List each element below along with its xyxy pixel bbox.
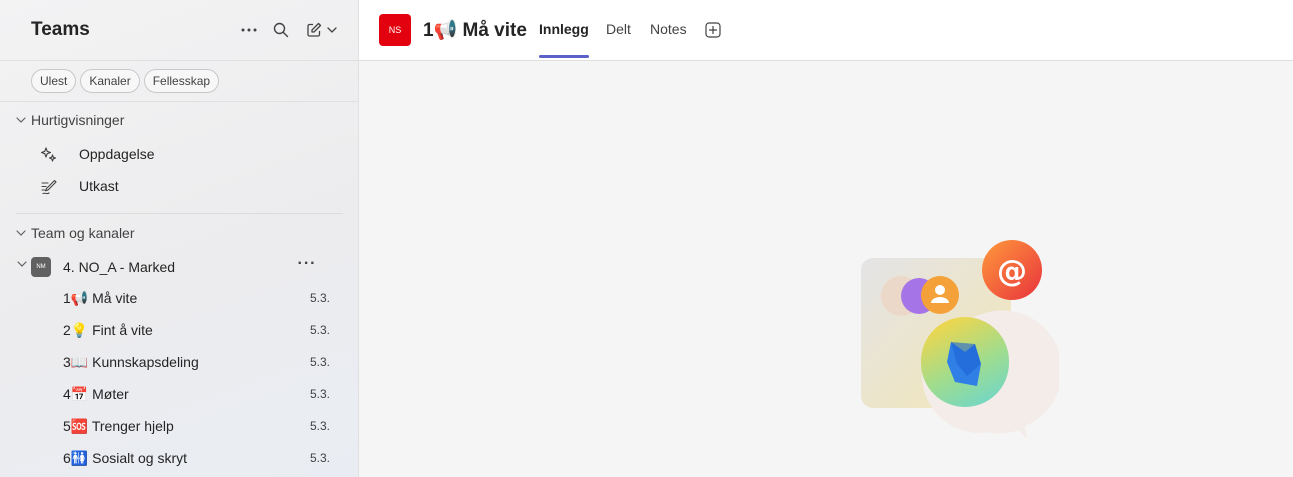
channel-name: 6🚻 Sosialt og skryt — [63, 450, 188, 466]
channel-name: 5🆘 Trenger hjelp — [63, 418, 174, 434]
section-quick-views[interactable]: Hurtigvisninger — [16, 112, 124, 128]
nav-item-discover[interactable]: Oppdagelse — [0, 139, 358, 169]
more-horizontal-icon — [241, 28, 257, 32]
divider — [16, 213, 343, 214]
nav-item-drafts[interactable]: Utkast — [0, 171, 358, 201]
channel-date: 5.3. — [309, 387, 330, 401]
sidebar-header: Teams — [0, 0, 358, 60]
channel-item[interactable]: 3📖 Kunnskapsdeling 5.3. — [0, 347, 358, 377]
new-message-dropdown[interactable] — [322, 18, 342, 42]
nav-item-label: Oppdagelse — [79, 146, 155, 162]
channel-name: 2💡 Fint å vite — [63, 322, 153, 338]
active-tab-indicator — [539, 55, 589, 58]
posts-area: @ — [359, 61, 1293, 477]
channel-date: 5.3. — [309, 419, 330, 433]
channel-item[interactable]: 5🆘 Trenger hjelp 5.3. — [0, 411, 358, 441]
channel-date: 5.3. — [309, 355, 330, 369]
channel-item[interactable]: 2💡 Fint å vite 5.3. — [0, 315, 358, 345]
channel-date: 5.3. — [309, 451, 330, 465]
tab-notes[interactable]: Notes — [650, 21, 687, 37]
team-avatar: NM — [31, 257, 51, 277]
channel-date: 5.3. — [309, 323, 330, 337]
sidebar-title: Teams — [31, 19, 90, 40]
channel-header: NS 1📢 Må vite Innlegg Delt Notes — [359, 0, 1293, 61]
chevron-down-icon — [16, 117, 31, 123]
compose-icon — [307, 22, 322, 37]
section-title: Hurtigvisninger — [31, 112, 125, 128]
channel-date: 5.3. — [309, 291, 330, 305]
divider — [0, 60, 358, 61]
tab-shared[interactable]: Delt — [606, 21, 631, 37]
teams-sidebar: Teams Ulest Kanaler Fellesskap Hurtigvis… — [0, 0, 359, 477]
channel-name: 3📖 Kunnskapsdeling — [63, 354, 199, 370]
chevron-down-icon — [16, 230, 31, 236]
add-tab-icon[interactable] — [705, 22, 721, 38]
search-icon — [273, 22, 289, 38]
filter-chips: Ulest Kanaler Fellesskap — [31, 69, 220, 93]
team-item[interactable]: NM 4. NO_A - Marked ··· — [0, 253, 358, 281]
filter-channels[interactable]: Kanaler — [80, 69, 140, 93]
nav-item-label: Utkast — [79, 178, 119, 194]
channel-avatar: NS — [379, 14, 411, 46]
svg-text:@: @ — [997, 254, 1027, 289]
sparkle-icon — [40, 147, 57, 162]
section-title: Team og kanaler — [31, 225, 135, 241]
divider — [0, 101, 358, 102]
section-teams-channels[interactable]: Team og kanaler — [16, 225, 135, 241]
channel-title: 1📢 Må vite — [423, 20, 527, 41]
channel-item[interactable]: 6🚻 Sosialt og skryt 5.3. — [0, 443, 358, 473]
draft-pen-icon — [41, 179, 57, 195]
chevron-down-icon — [17, 261, 27, 267]
team-more-button[interactable]: ··· — [297, 255, 317, 277]
filter-community[interactable]: Fellesskap — [143, 69, 220, 93]
channel-item[interactable]: 1📢 Må vite 5.3. — [0, 283, 358, 313]
search-button[interactable] — [269, 18, 293, 42]
team-name: 4. NO_A - Marked — [63, 259, 176, 275]
filter-unread[interactable]: Ulest — [31, 69, 77, 93]
empty-state-illustration: @ — [861, 240, 1059, 437]
tab-posts[interactable]: Innlegg — [539, 21, 589, 37]
channel-name: 1📢 Må vite — [63, 290, 138, 306]
more-options-button[interactable] — [237, 18, 261, 42]
channel-item[interactable]: 4📅 Møter 5.3. — [0, 379, 358, 409]
chevron-down-icon — [327, 27, 337, 33]
channel-name: 4📅 Møter — [63, 386, 129, 402]
